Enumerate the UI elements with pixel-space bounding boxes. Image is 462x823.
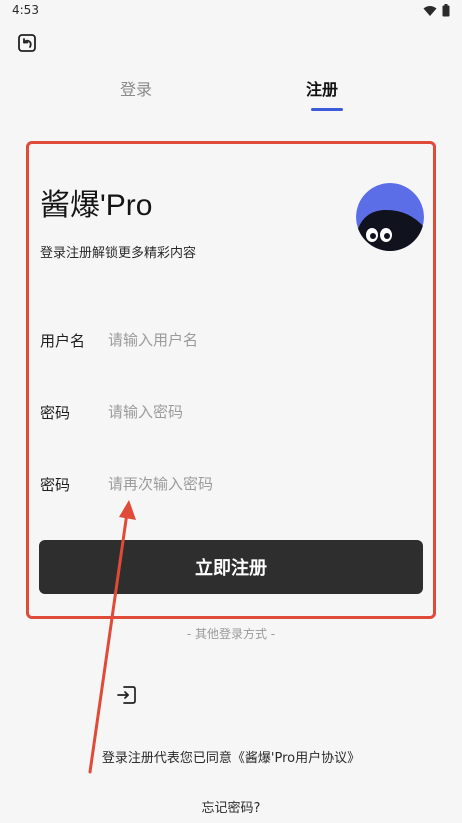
active-tab-indicator xyxy=(311,108,343,111)
back-button[interactable] xyxy=(17,33,37,53)
app-title: 酱爆'Pro xyxy=(40,189,153,222)
login-enter-icon xyxy=(117,686,136,704)
battery-icon xyxy=(442,4,450,17)
username-label: 用户名 xyxy=(40,332,86,350)
back-icon xyxy=(18,34,36,52)
forgot-password-link[interactable]: 忘记密码? xyxy=(0,797,462,816)
tab-register[interactable]: 注册 xyxy=(306,76,338,100)
wifi-icon xyxy=(423,5,437,16)
other-login-methods-label: - 其他登录方式 - xyxy=(186,627,276,641)
register-button[interactable]: 立即注册 xyxy=(39,540,423,594)
alt-login-button[interactable] xyxy=(116,684,138,706)
mascot-avatar xyxy=(356,183,424,251)
status-time: 4:53 xyxy=(12,3,39,17)
tab-login[interactable]: 登录 xyxy=(120,76,152,100)
avatar xyxy=(356,183,424,251)
password-label: 密码 xyxy=(40,404,71,422)
user-agreement-link[interactable]: 登录注册代表您已同意《酱爆'Pro用户协议》 xyxy=(0,747,462,766)
status-icons xyxy=(423,4,450,17)
username-input[interactable] xyxy=(108,327,398,353)
confirm-password-input[interactable] xyxy=(108,471,398,497)
password-input[interactable] xyxy=(108,399,398,425)
confirm-password-label: 密码 xyxy=(40,476,71,494)
app-subtitle: 登录注册解锁更多精彩内容 xyxy=(40,246,197,261)
status-bar: 4:53 xyxy=(0,0,462,22)
